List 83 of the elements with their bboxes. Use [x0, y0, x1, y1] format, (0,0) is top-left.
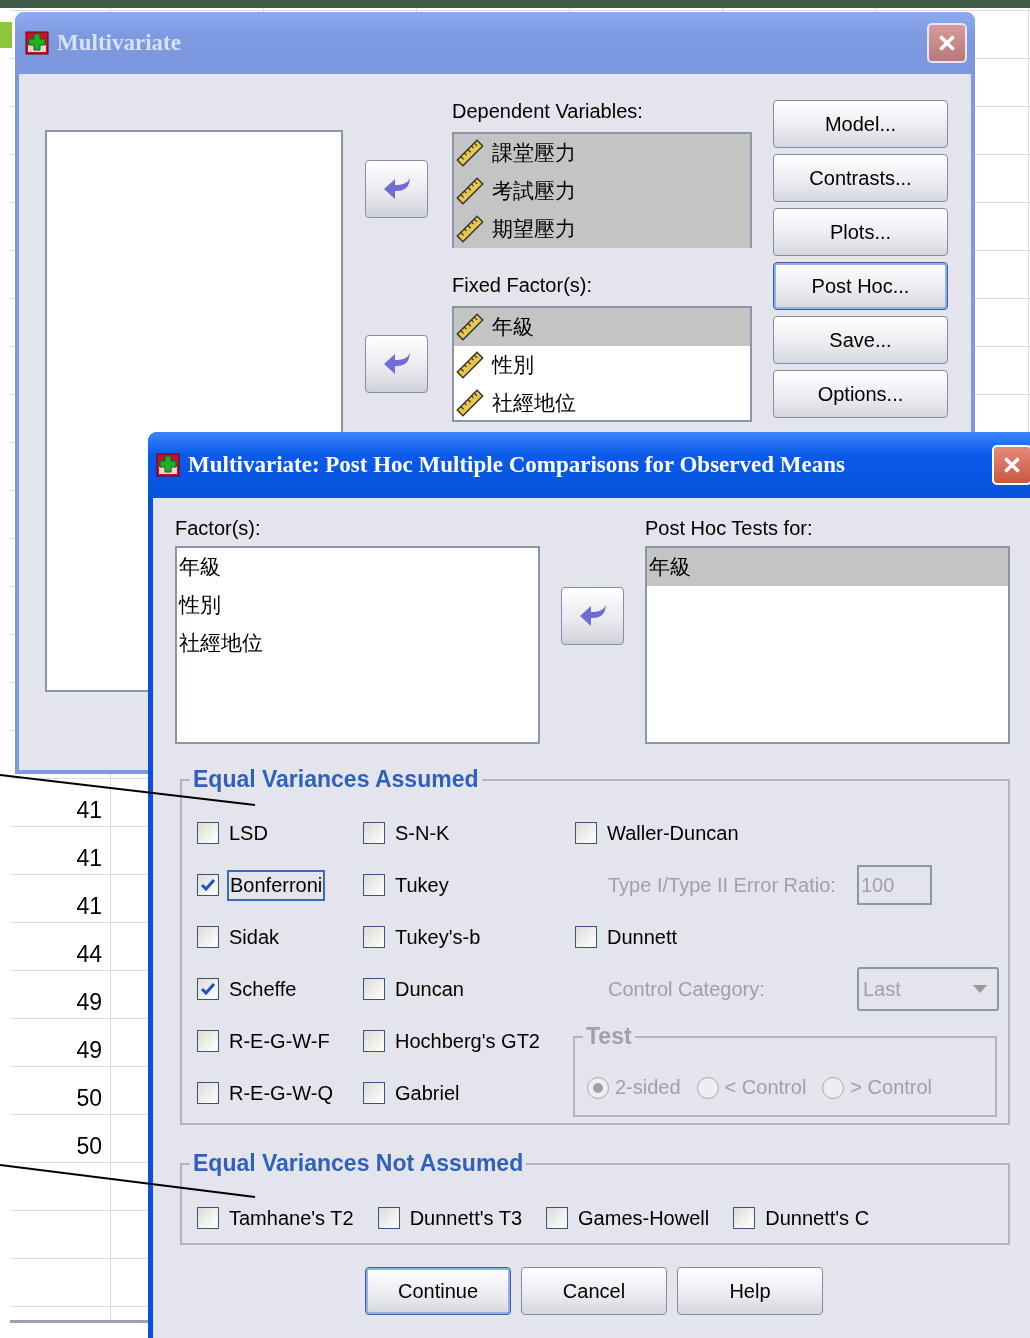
checkbox-label[interactable]: R-E-G-W-F [227, 1026, 332, 1056]
field-label: Type I/Type II Error Ratio: [608, 873, 837, 897]
table-cell-text: 50 [75, 1132, 103, 1161]
table-cell-text: 49 [75, 988, 103, 1017]
checkbox[interactable] [197, 822, 219, 844]
checkbox[interactable] [197, 926, 219, 948]
list-label: Fixed Factor(s): [452, 274, 593, 296]
field-label: Control Category: [608, 977, 766, 1001]
checkbox[interactable] [575, 822, 597, 844]
checkbox[interactable] [363, 822, 385, 844]
table-cell-text: 41 [75, 844, 103, 873]
checkbox[interactable] [733, 1207, 756, 1229]
table-cell-text: 49 [75, 1036, 103, 1065]
app-icon [25, 31, 49, 55]
caret-icon [973, 985, 987, 993]
factor-list[interactable]: 年級 性別 社經地位 [452, 306, 752, 422]
checkbox-label[interactable]: Dunnett's C [763, 1203, 872, 1233]
checkbox[interactable] [363, 978, 385, 1000]
checkbox[interactable] [197, 1030, 219, 1052]
checkbox-label[interactable]: Gabriel [393, 1078, 462, 1108]
dialog-button[interactable]: Options... [773, 370, 948, 418]
window-title: Multivariate: Post Hoc Multiple Comparisons for Observed Means [188, 452, 845, 478]
dependent-list[interactable]: 課堂壓力 考試壓力 期望壓力 [452, 132, 752, 248]
variable-name[interactable]: 社經地位 [492, 389, 576, 417]
checkbox-label[interactable]: Tukey [393, 870, 451, 900]
dialog-button[interactable]: Cancel [521, 1267, 667, 1315]
list-label: Dependent Variables: [452, 100, 643, 122]
checkbox-label[interactable]: Tamhane's T2 [227, 1203, 356, 1233]
dialog-button[interactable]: Post Hoc... [773, 262, 948, 310]
checkbox[interactable] [363, 1030, 385, 1052]
checkbox-label[interactable]: Hochberg's GT2 [393, 1026, 542, 1056]
dialog-button[interactable]: Save... [773, 316, 948, 364]
checkbox[interactable] [197, 1207, 219, 1229]
close-icon [936, 32, 958, 54]
window-title: Multivariate [57, 30, 181, 56]
checkbox-label[interactable]: Tukey's-b [393, 922, 483, 952]
checkbox-label[interactable]: Dunnett's T3 [407, 1203, 525, 1233]
checkbox-label[interactable]: LSD [227, 818, 270, 848]
cell-highlight [0, 22, 12, 48]
dialog-button[interactable]: Help [677, 1267, 823, 1315]
dialog-button[interactable]: Model... [773, 100, 948, 148]
checkbox[interactable] [363, 874, 385, 896]
factor-item[interactable]: 性別 [177, 586, 538, 624]
dialog-button[interactable]: Contrasts... [773, 154, 948, 202]
table-cell-text: 41 [75, 796, 103, 825]
move-button[interactable] [561, 587, 624, 645]
factor-item[interactable]: 年級 [647, 548, 1008, 586]
checkbox[interactable] [546, 1207, 569, 1229]
checkbox-label[interactable]: Scheffe [227, 974, 299, 1004]
list-label: Factor(s): [175, 517, 261, 539]
checkbox-label[interactable]: Waller-Duncan [605, 818, 741, 848]
checkbox[interactable] [575, 926, 597, 948]
checkbox[interactable] [363, 1082, 385, 1104]
checkbox[interactable] [197, 1082, 219, 1104]
table-cell-text: 50 [75, 1084, 103, 1113]
checkbox-label[interactable]: R-E-G-W-Q [227, 1078, 336, 1108]
checkbox[interactable] [377, 1207, 400, 1229]
factor-list[interactable]: 年級 性別 社經地位 [175, 546, 540, 744]
checkbox-label[interactable]: Sidak [227, 922, 282, 952]
post-hoc-list[interactable]: 年級 [645, 546, 1010, 744]
move-button[interactable] [365, 160, 428, 218]
variable-name[interactable]: 年級 [492, 313, 534, 341]
factor-item[interactable]: 年級 [177, 548, 538, 586]
checkbox[interactable] [363, 926, 385, 948]
checkbox-label[interactable]: S-N-K [393, 818, 452, 848]
checkbox-label[interactable]: Games-Howell [576, 1203, 712, 1233]
table-cell-text: 44 [75, 940, 103, 969]
checkbox-label[interactable]: Duncan [393, 974, 466, 1004]
variable-name[interactable]: 性別 [492, 351, 534, 379]
table-cell-text: 41 [75, 892, 103, 921]
group-title: Equal Variances Not Assumed [190, 1150, 527, 1176]
group-title: Equal Variances Assumed [190, 766, 482, 792]
app-icon [156, 453, 180, 477]
checkbox-label[interactable]: Bonferroni [227, 869, 326, 901]
dialog-button[interactable]: Continue [365, 1267, 511, 1315]
checkbox[interactable] [197, 978, 219, 1000]
factor-item[interactable]: 社經地位 [177, 624, 538, 662]
checkbox[interactable] [197, 874, 219, 896]
move-button[interactable] [365, 335, 428, 393]
list-label: Post Hoc Tests for: [645, 517, 813, 539]
dialog-button[interactable]: Plots... [773, 208, 948, 256]
close-icon [1001, 454, 1023, 476]
checkbox-label[interactable]: Dunnett [605, 922, 680, 952]
